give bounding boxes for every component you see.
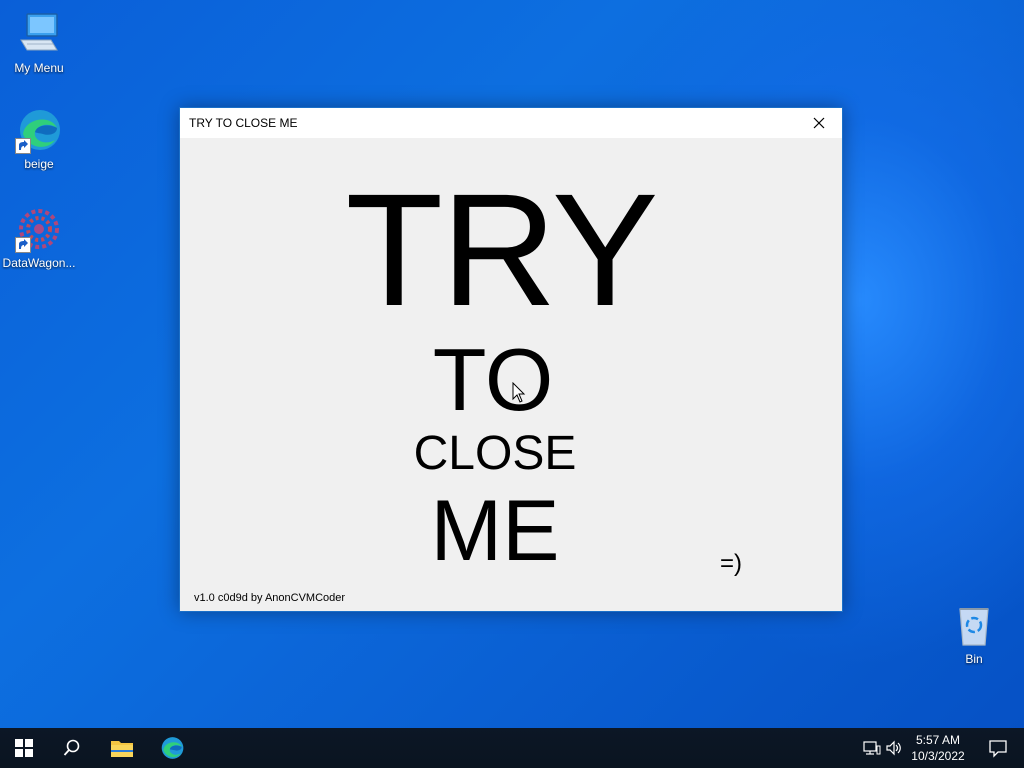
edge-icon xyxy=(161,737,184,759)
desktop-icon-beige[interactable]: beige xyxy=(1,106,77,171)
clock-date: 10/3/2022 xyxy=(911,749,965,763)
window-titlebar[interactable]: TRY TO CLOSE ME xyxy=(180,108,842,138)
desktop-icon-label: beige xyxy=(24,157,54,171)
notification-icon xyxy=(989,740,1007,758)
close-button[interactable] xyxy=(796,108,842,138)
try-to-close-me-window[interactable]: TRY TO CLOSE ME TRY TO CLOSE ME =) v1.0 … xyxy=(179,107,843,612)
system-clock[interactable]: 5:57 AM 10/3/2022 xyxy=(908,732,968,764)
desktop-icon-label: DataWagon... xyxy=(2,256,76,270)
network-icon[interactable] xyxy=(862,738,882,758)
word-try: TRY xyxy=(345,160,658,339)
desktop-icon-bin[interactable]: Bin xyxy=(936,601,1012,666)
notification-center-button[interactable] xyxy=(988,738,1008,758)
recycle-bin-icon xyxy=(950,601,998,649)
close-icon xyxy=(813,117,825,129)
edge-taskbar-button[interactable] xyxy=(148,728,196,768)
desktop-icon-my-menu[interactable]: My Menu xyxy=(1,10,77,75)
word-to: TO xyxy=(432,330,554,429)
shortcut-arrow-icon xyxy=(15,237,31,253)
folder-icon xyxy=(111,741,133,757)
file-explorer-button[interactable] xyxy=(98,728,146,768)
datawagon-icon xyxy=(15,205,63,253)
computer-icon xyxy=(15,10,63,58)
windows-logo-icon xyxy=(15,739,33,757)
mouse-cursor-icon xyxy=(512,381,526,404)
desktop: My Menu beige DataWagon... Bin TRY TO CL… xyxy=(0,0,1024,768)
search-button[interactable] xyxy=(48,728,96,768)
window-title: TRY TO CLOSE ME xyxy=(189,116,298,130)
taskbar: 5:57 AM 10/3/2022 xyxy=(0,728,1024,768)
desktop-icon-datawagon[interactable]: DataWagon... xyxy=(1,205,77,270)
desktop-icon-label: Bin xyxy=(965,652,983,666)
start-button[interactable] xyxy=(0,728,48,768)
shortcut-arrow-icon xyxy=(15,138,31,154)
version-label: v1.0 c0d9d by AnonCVMCoder xyxy=(194,592,346,604)
desktop-icon-label: My Menu xyxy=(14,61,64,75)
word-close: CLOSE xyxy=(413,427,577,480)
smiley-text: =) xyxy=(720,550,743,577)
clock-time: 5:57 AM xyxy=(915,733,961,747)
volume-icon[interactable] xyxy=(884,738,904,758)
edge-icon xyxy=(15,106,63,154)
search-icon xyxy=(63,739,80,756)
